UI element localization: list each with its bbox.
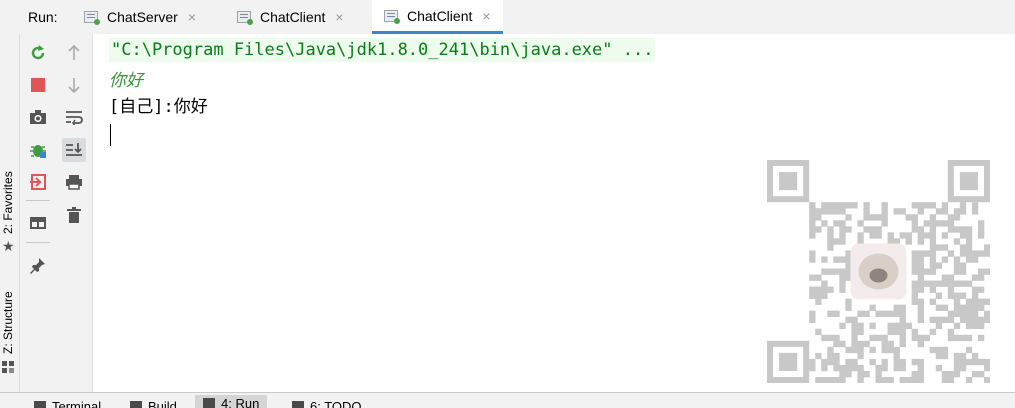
stop-button[interactable] xyxy=(26,73,50,97)
stop-icon xyxy=(31,78,45,92)
soft-wrap-button[interactable] xyxy=(62,105,86,129)
clear-all-button[interactable] xyxy=(62,203,86,227)
pin-icon xyxy=(29,256,47,274)
tab-label: 4: Run xyxy=(221,396,259,408)
program-output: [自己]:你好 xyxy=(109,92,208,117)
structure-icon xyxy=(2,360,14,376)
arrow-up-icon xyxy=(67,45,81,61)
camera-icon xyxy=(29,109,47,125)
structure-tab[interactable]: Z: Structure xyxy=(1,291,15,354)
tab-label: ChatClient xyxy=(407,8,472,24)
tool-window-bar: Terminal Build 4: Run 6: TODO xyxy=(0,392,1015,408)
favorites-tab[interactable]: 2: Favorites xyxy=(1,171,15,234)
tab-chatclient-2[interactable]: ChatClient × xyxy=(372,0,503,32)
next-occurrence-button[interactable] xyxy=(62,73,86,97)
side-tool-strip: 2: Favorites ★ Z: Structure xyxy=(0,34,20,392)
close-icon[interactable]: × xyxy=(482,8,490,24)
command-line: "C:\Program Files\Java\jdk1.8.0_241\bin\… xyxy=(109,38,655,62)
exit-icon xyxy=(29,173,47,191)
scroll-to-end-button[interactable] xyxy=(62,138,86,162)
star-icon: ★ xyxy=(2,238,15,255)
run-icon xyxy=(203,398,215,408)
debug-icon xyxy=(29,141,47,159)
close-icon[interactable]: × xyxy=(335,9,343,25)
layout-icon xyxy=(29,216,47,230)
user-input-echo: 你好 xyxy=(109,66,143,91)
restore-layout-button[interactable] xyxy=(26,211,50,235)
print-button[interactable] xyxy=(62,170,86,194)
run-label: Run: xyxy=(28,9,58,25)
toolbar-separator xyxy=(26,200,50,201)
previous-occurrence-button[interactable] xyxy=(62,41,86,65)
exit-button[interactable] xyxy=(26,170,50,194)
toolbar-separator xyxy=(26,242,50,243)
qr-code-image xyxy=(767,160,990,383)
rerun-icon xyxy=(29,44,47,62)
debug-button[interactable] xyxy=(26,138,50,162)
scroll-to-end-icon xyxy=(65,142,83,158)
rerun-button[interactable] xyxy=(26,41,50,65)
pin-tab-button[interactable] xyxy=(26,253,50,277)
dump-threads-button[interactable] xyxy=(26,105,50,129)
close-icon[interactable]: × xyxy=(188,9,196,25)
run-config-icon xyxy=(384,10,398,22)
run-tool-window-header: Run: ChatServer × ChatClient × ChatClien… xyxy=(0,0,1015,35)
tab-label: ChatServer xyxy=(107,9,178,25)
tab-label: ChatClient xyxy=(260,9,325,25)
text-cursor xyxy=(110,124,111,146)
tab-chatclient-1[interactable]: ChatClient × xyxy=(237,0,344,34)
run-toolbar-primary xyxy=(20,34,56,392)
run-config-icon xyxy=(237,11,251,23)
print-icon xyxy=(65,174,83,190)
run-config-icon xyxy=(84,11,98,23)
arrow-down-icon xyxy=(67,77,81,93)
soft-wrap-icon xyxy=(65,109,83,125)
run-toolbar-secondary xyxy=(56,34,93,392)
trash-icon xyxy=(67,207,81,223)
run-tab[interactable]: 4: Run xyxy=(195,395,267,408)
tab-chatserver[interactable]: ChatServer × xyxy=(84,0,196,34)
